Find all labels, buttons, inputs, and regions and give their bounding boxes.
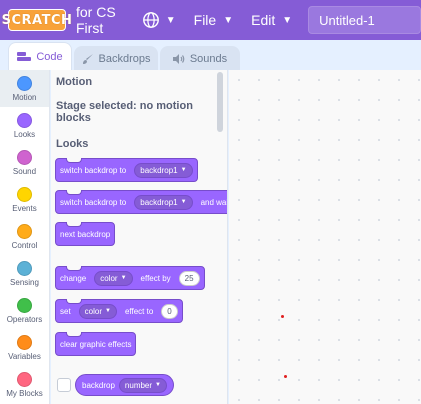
project-title-input[interactable]: Untitled-1 <box>308 6 421 34</box>
chevron-down-icon: ▼ <box>223 14 234 26</box>
marker-dot <box>284 375 287 378</box>
category-dot-icon <box>17 334 32 350</box>
category-dot-icon <box>17 297 32 313</box>
clear-effects-block[interactable]: clear graphic effects <box>55 332 137 356</box>
dropdown-value: number <box>124 380 153 390</box>
chevron-down-icon: ▼ <box>120 275 127 281</box>
tab-backdrops[interactable]: Backdrops <box>74 46 158 70</box>
category-motion[interactable]: Motion <box>0 70 49 107</box>
block-text: clear graphic effects <box>60 339 132 349</box>
language-menu[interactable]: ▼ <box>142 11 176 29</box>
switch-backdrop-wait-block[interactable]: switch backdrop to backdrop1 ▼ and wait <box>55 190 228 214</box>
code-icon <box>17 51 32 61</box>
globe-icon <box>142 12 159 28</box>
tab-sounds[interactable]: Sounds <box>160 46 240 70</box>
motion-empty-note: Stage selected: no motion blocks <box>56 100 193 124</box>
block-text: and wait <box>200 197 228 207</box>
tab-code-label: Code <box>36 50 63 63</box>
chevron-down-icon: ▼ <box>165 14 176 26</box>
motion-section-title: Motion <box>56 76 93 88</box>
chevron-down-icon: ▼ <box>282 14 293 26</box>
number-input[interactable]: 25 <box>178 270 200 286</box>
category-label: Operators <box>6 314 43 324</box>
effect-dropdown[interactable]: color ▼ <box>78 303 117 319</box>
category-dot-icon <box>17 112 32 128</box>
file-menu-label: File <box>193 12 217 28</box>
tab-backdrops-label: Backdrops <box>98 52 151 65</box>
category-looks[interactable]: Looks <box>0 107 49 144</box>
block-text: switch backdrop to <box>60 165 127 175</box>
category-label: Looks <box>13 129 36 139</box>
set-effect-block[interactable]: set color ▼ effect to 0 <box>55 299 183 323</box>
file-menu[interactable]: File ▼ <box>194 12 233 28</box>
category-menu: Motion Looks Sound Events Control Sensin… <box>0 70 50 404</box>
chevron-down-icon: ▼ <box>155 382 161 388</box>
effect-dropdown[interactable]: color ▼ <box>94 270 133 286</box>
category-dot-icon <box>17 260 32 276</box>
backdrop-dropdown[interactable]: backdrop1 ▼ <box>134 194 193 210</box>
next-backdrop-block[interactable]: next backdrop <box>55 222 116 246</box>
block-text: set <box>60 306 71 316</box>
category-label: Events <box>12 203 37 213</box>
dropdown-value: backdrop1 <box>140 165 178 175</box>
category-dot-icon <box>17 149 32 165</box>
script-area[interactable] <box>229 70 421 404</box>
category-sensing[interactable]: Sensing <box>0 255 49 292</box>
category-dot-icon <box>17 186 32 202</box>
app-subtitle: for CS First <box>76 4 116 36</box>
backdrop-dropdown[interactable]: backdrop1 ▼ <box>134 162 193 178</box>
block-text: effect by <box>140 273 171 283</box>
category-dot-icon <box>17 75 32 91</box>
block-text: effect to <box>124 306 154 316</box>
category-dot-icon <box>17 223 32 239</box>
brush-icon <box>82 53 93 64</box>
backdrop-monitor-checkbox[interactable] <box>57 378 71 392</box>
looks-section-title: Looks <box>56 138 89 150</box>
dropdown-value: backdrop1 <box>140 197 178 207</box>
category-operators[interactable]: Operators <box>0 292 49 329</box>
category-label: Variables <box>8 351 41 361</box>
category-variables[interactable]: Variables <box>0 329 49 366</box>
block-text: backdrop <box>82 380 115 390</box>
category-dot-icon <box>17 371 32 387</box>
category-label: Control <box>11 240 38 250</box>
tab-code[interactable]: Code <box>8 42 72 70</box>
number-input[interactable]: 0 <box>161 303 178 319</box>
scratch-logo[interactable]: SCRATCH <box>2 9 72 31</box>
edit-menu-label: Edit <box>251 12 276 28</box>
block-text: change <box>60 273 87 283</box>
menu-bar: SCRATCH for CS First ▼ File ▼ Edit ▼ Unt… <box>0 0 421 40</box>
category-label: My Blocks <box>6 388 43 398</box>
backdrop-reporter-block[interactable]: backdrop number ▼ <box>75 374 174 396</box>
category-label: Sensing <box>10 277 39 287</box>
change-effect-block[interactable]: change color ▼ effect by 25 <box>55 266 205 290</box>
category-control[interactable]: Control <box>0 218 49 255</box>
editor-tabs: Code Backdrops Sounds <box>0 40 421 70</box>
dropdown-value: color <box>84 306 103 316</box>
block-palette: Motion Stage selected: no motion blocks … <box>51 70 228 404</box>
speaker-icon <box>172 53 185 64</box>
category-sound[interactable]: Sound <box>0 144 49 181</box>
chevron-down-icon: ▼ <box>105 308 111 314</box>
category-my-blocks[interactable]: My Blocks <box>0 366 49 403</box>
category-label: Motion <box>12 92 37 102</box>
marker-dot <box>281 315 284 318</box>
chevron-down-icon: ▼ <box>180 199 187 205</box>
chevron-down-icon: ▼ <box>180 167 187 173</box>
block-text: next backdrop <box>60 229 111 239</box>
dropdown-value: color <box>100 273 118 283</box>
switch-backdrop-block[interactable]: switch backdrop to backdrop1 ▼ <box>55 158 198 182</box>
category-events[interactable]: Events <box>0 181 49 218</box>
tab-sounds-label: Sounds <box>189 52 228 65</box>
category-label: Sound <box>12 166 37 176</box>
edit-menu[interactable]: Edit ▼ <box>251 12 292 28</box>
block-text: switch backdrop to <box>60 197 127 207</box>
backdrop-attribute-dropdown[interactable]: number ▼ <box>118 377 167 393</box>
